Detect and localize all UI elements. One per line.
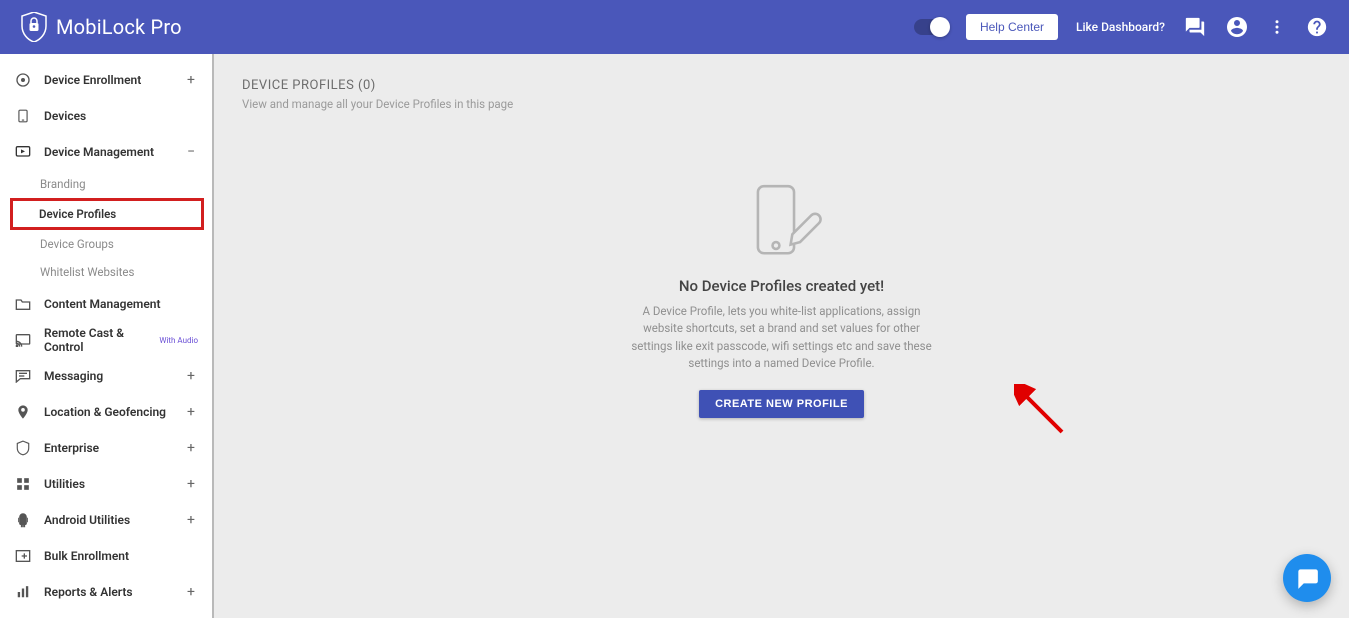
sidebar-item-label: Android Utilities bbox=[44, 513, 172, 527]
expand-icon: + bbox=[184, 368, 198, 384]
product-name: MobiLock Pro bbox=[56, 15, 182, 39]
shield-icon bbox=[14, 439, 32, 457]
bulk-icon bbox=[14, 547, 32, 565]
help-icon[interactable] bbox=[1305, 15, 1329, 39]
messaging-icon bbox=[14, 367, 32, 385]
sidebar-item-device-enrollment[interactable]: Device Enrollment + bbox=[0, 62, 212, 98]
help-center-button[interactable]: Help Center bbox=[966, 14, 1058, 40]
sidebar-item-label: Bulk Enrollment bbox=[44, 549, 172, 563]
empty-state: No Device Profiles created yet! A Device… bbox=[242, 181, 1321, 418]
sidebar-item-android-utilities[interactable]: Android Utilities + bbox=[0, 502, 212, 538]
sidebar-item-content-management[interactable]: Content Management bbox=[0, 286, 212, 322]
sidebar-subitem-whitelist-websites[interactable]: Whitelist Websites bbox=[0, 258, 212, 286]
sidebar-subitem-label: Branding bbox=[40, 177, 86, 191]
empty-state-title: No Device Profiles created yet! bbox=[679, 277, 884, 295]
main-content: DEVICE PROFILES (0) View and manage all … bbox=[214, 54, 1349, 618]
device-edit-icon bbox=[739, 181, 825, 267]
create-new-profile-button[interactable]: CREATE NEW PROFILE bbox=[699, 390, 864, 418]
expand-icon: + bbox=[184, 440, 198, 456]
shield-lock-icon bbox=[20, 11, 48, 43]
sidebar-subitem-label: Device Profiles bbox=[39, 207, 116, 221]
expand-icon: + bbox=[184, 404, 198, 420]
sidebar-item-label: Device Management bbox=[44, 145, 172, 159]
sidebar-item-reports[interactable]: Reports & Alerts + bbox=[0, 574, 212, 610]
sidebar-item-remote-cast[interactable]: Remote Cast & Control With Audio bbox=[0, 322, 212, 358]
sidebar-item-devices[interactable]: Devices bbox=[0, 98, 212, 134]
message-icon[interactable] bbox=[1183, 15, 1207, 39]
expand-icon: + bbox=[184, 584, 198, 600]
app-header: MobiLock Pro Help Center Like Dashboard? bbox=[0, 0, 1349, 54]
sidebar-item-label: Location & Geofencing bbox=[44, 405, 172, 419]
account-icon[interactable] bbox=[1225, 15, 1249, 39]
empty-state-description: A Device Profile, lets you white-list ap… bbox=[622, 303, 942, 372]
chat-icon bbox=[1294, 565, 1320, 591]
location-icon bbox=[14, 403, 32, 421]
sidebar-item-label: Messaging bbox=[44, 369, 172, 383]
header-toggle[interactable] bbox=[914, 19, 948, 35]
with-audio-badge: With Audio bbox=[159, 336, 198, 345]
sidebar-subitem-device-profiles[interactable]: Device Profiles bbox=[10, 198, 204, 230]
sidebar-item-label: Remote Cast & Control bbox=[44, 326, 143, 354]
page-subtitle: View and manage all your Device Profiles… bbox=[242, 97, 1321, 111]
devices-icon bbox=[14, 107, 32, 125]
header-actions: Help Center Like Dashboard? bbox=[914, 14, 1329, 40]
chat-support-button[interactable] bbox=[1283, 554, 1331, 602]
sidebar-item-label: Devices bbox=[44, 109, 172, 123]
reports-icon bbox=[14, 583, 32, 601]
sidebar-subitem-device-groups[interactable]: Device Groups bbox=[0, 230, 212, 258]
expand-icon: + bbox=[184, 476, 198, 492]
sidebar-subitem-label: Whitelist Websites bbox=[40, 265, 134, 279]
management-icon bbox=[14, 143, 32, 161]
sidebar-item-label: Content Management bbox=[44, 297, 172, 311]
sidebar-item-label: Reports & Alerts bbox=[44, 585, 172, 599]
expand-icon: + bbox=[184, 512, 198, 528]
logo[interactable]: MobiLock Pro bbox=[20, 11, 182, 43]
sidebar-item-label: Enterprise bbox=[44, 441, 172, 455]
sidebar-item-label: Utilities bbox=[44, 477, 172, 491]
android-icon bbox=[14, 511, 32, 529]
page-title: DEVICE PROFILES (0) bbox=[242, 78, 1321, 93]
sidebar: Device Enrollment + Devices Device Manag… bbox=[0, 54, 214, 618]
sidebar-subitem-label: Device Groups bbox=[40, 237, 114, 251]
folder-icon bbox=[14, 295, 32, 313]
sidebar-item-location[interactable]: Location & Geofencing + bbox=[0, 394, 212, 430]
enrollment-icon bbox=[14, 71, 32, 89]
cast-icon bbox=[14, 331, 32, 349]
like-dashboard-link[interactable]: Like Dashboard? bbox=[1076, 20, 1165, 34]
more-vert-icon[interactable] bbox=[1267, 17, 1287, 37]
sidebar-item-device-management[interactable]: Device Management − bbox=[0, 134, 212, 170]
sidebar-item-utilities[interactable]: Utilities + bbox=[0, 466, 212, 502]
collapse-icon: − bbox=[184, 144, 198, 160]
utilities-icon bbox=[14, 475, 32, 493]
sidebar-item-messaging[interactable]: Messaging + bbox=[0, 358, 212, 394]
sidebar-item-enterprise[interactable]: Enterprise + bbox=[0, 430, 212, 466]
sidebar-item-label: Device Enrollment bbox=[44, 73, 172, 87]
sidebar-item-bulk-enrollment[interactable]: Bulk Enrollment bbox=[0, 538, 212, 574]
sidebar-subitem-branding[interactable]: Branding bbox=[0, 170, 212, 198]
expand-icon: + bbox=[184, 72, 198, 88]
